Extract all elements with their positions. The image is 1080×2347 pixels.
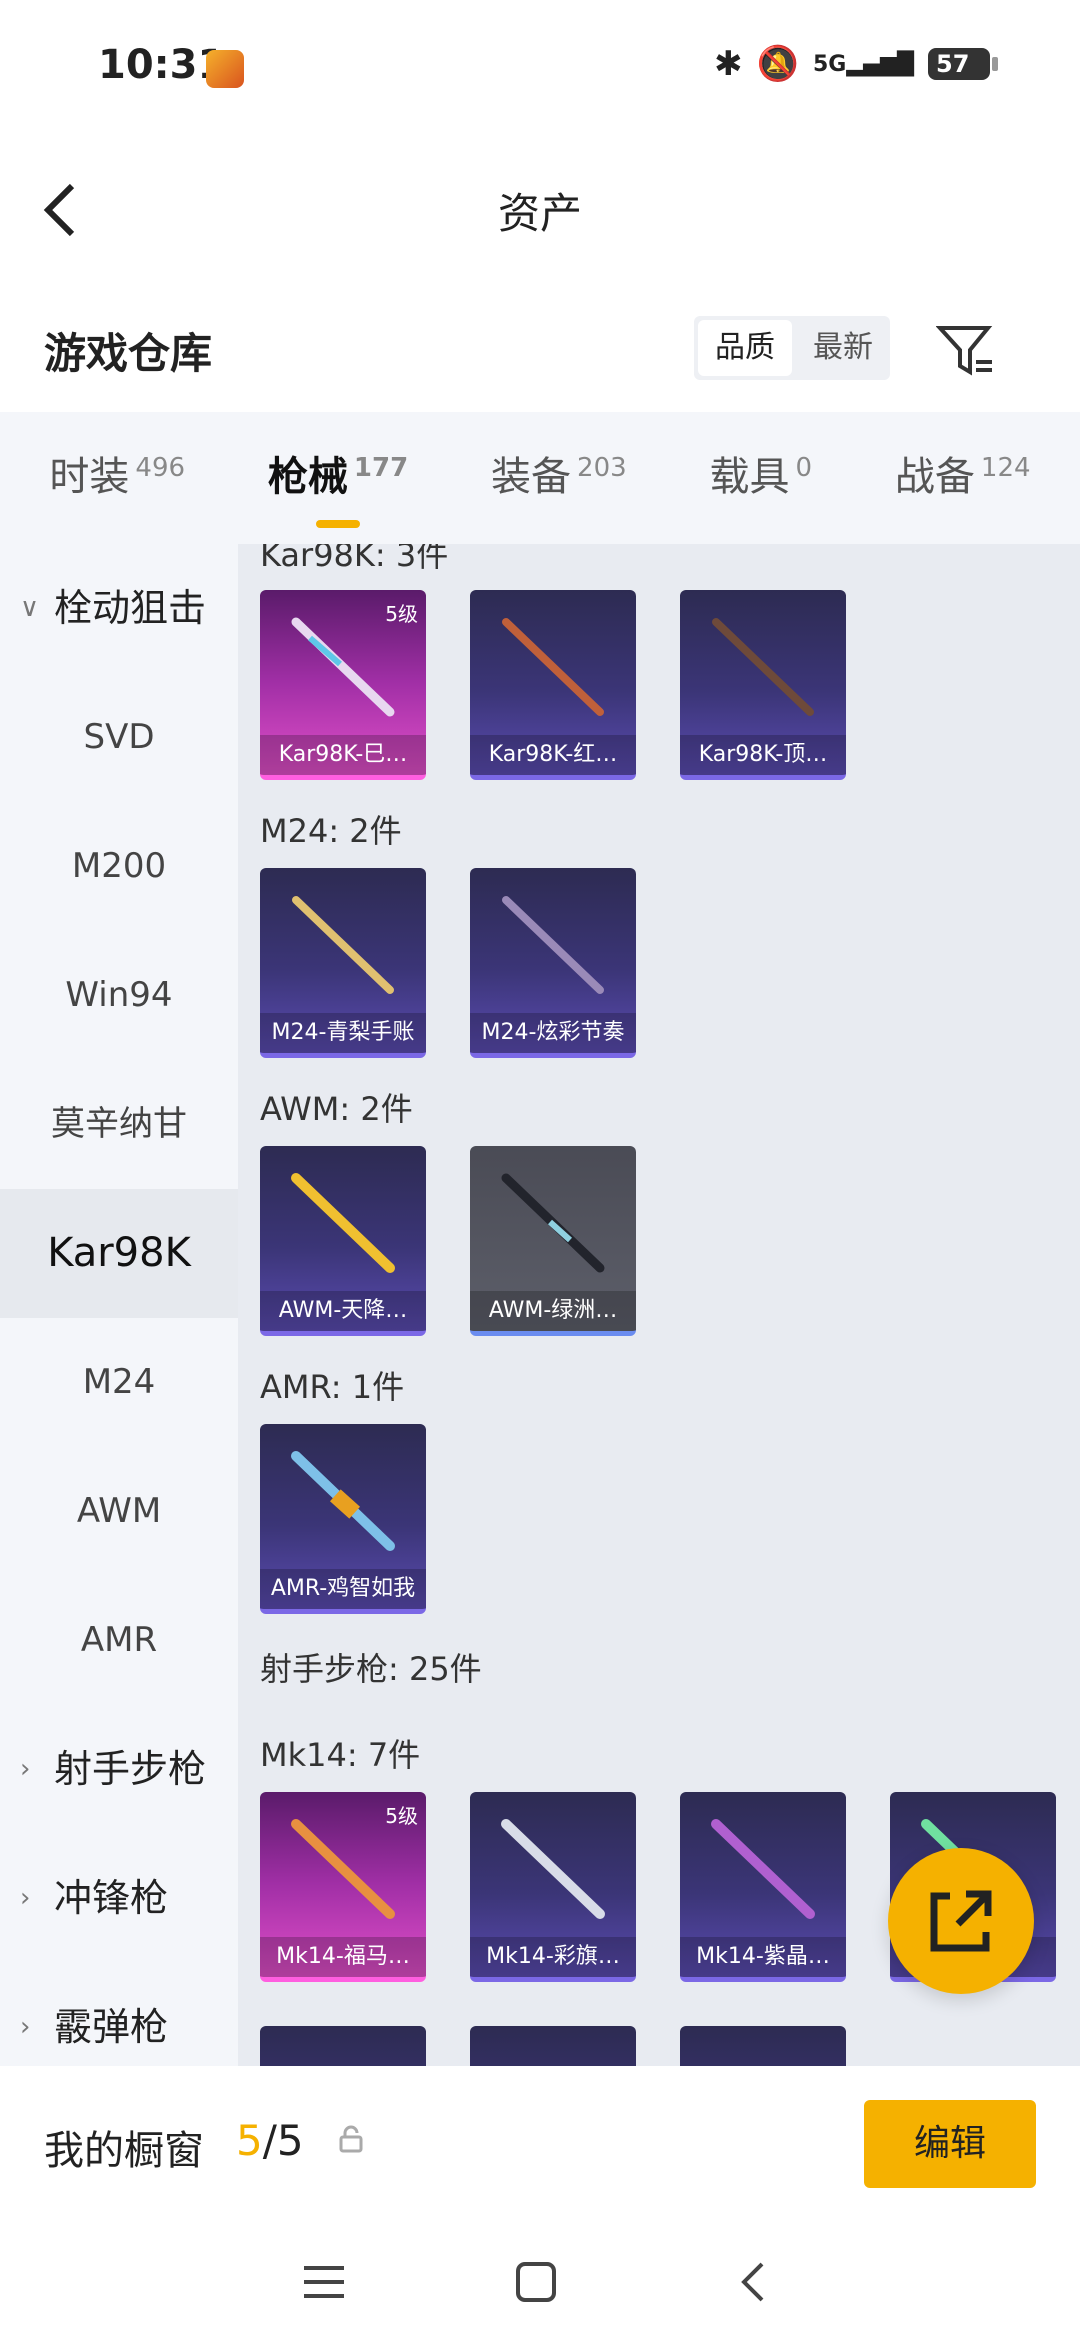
external-link-icon	[930, 1890, 992, 1952]
weapon-card[interactable]: Mk14-彩旗…	[470, 1792, 636, 1982]
rifle-icon	[291, 1819, 395, 1919]
weapon-card-label: Kar98K-顶…	[680, 735, 846, 775]
status-bar: 10:31 ✱ 🔕 5G▂▄▆█ 57	[0, 0, 1080, 140]
weapon-card[interactable]	[680, 2026, 846, 2066]
rifle-icon	[712, 618, 814, 716]
system-nav-bar	[0, 2228, 1080, 2347]
weapon-card[interactable]	[260, 2026, 426, 2066]
mute-icon: 🔕	[756, 44, 799, 84]
sidebar-item-amr[interactable]: AMR	[0, 1576, 238, 1705]
weapon-card-label: Kar98K-巳…	[260, 735, 426, 775]
rifle-icon	[291, 1173, 395, 1273]
tab-supplies[interactable]: 战备 124	[895, 444, 1031, 512]
chevron-right-icon: ›	[20, 1883, 31, 1913]
rifle-icon	[502, 618, 604, 716]
top-bar: 资产	[0, 140, 1080, 270]
sidebar-item-m24[interactable]: M24	[0, 1318, 238, 1447]
sidebar-item-m200[interactable]: M200	[0, 802, 238, 931]
category-tabs: 时装 496 枪械 177 装备 203 载具 0 战备 124	[0, 412, 1080, 544]
rifle-icon	[292, 896, 394, 994]
sort-latest-button[interactable]: 最新	[796, 316, 890, 380]
weapon-sidebar: ∨ 栓动狙击 SVD M200 Win94 莫辛纳甘 Kar98K M24 AWM…	[0, 544, 238, 2066]
weapon-card-label: Mk14-福马…	[260, 1937, 426, 1977]
rifle-icon	[291, 617, 395, 717]
menu-icon[interactable]	[294, 2252, 354, 2312]
weapon-card-label: AWM-天降…	[260, 1291, 426, 1331]
filter-icon[interactable]	[935, 322, 996, 382]
tab-fashion[interactable]: 时装 496	[49, 444, 185, 512]
lock-icon	[339, 2125, 363, 2153]
showcase-label: 我的橱窗	[44, 2128, 204, 2174]
weapon-card-label: Mk14-紫晶…	[680, 1937, 846, 1977]
weapon-card[interactable]: AMR-鸡智如我	[260, 1424, 426, 1614]
weapon-card-label: AMR-鸡智如我	[260, 1569, 426, 1609]
app-notification-icon	[206, 50, 244, 88]
rifle-icon	[501, 1173, 605, 1273]
section-header-mk14: Mk14: 7件	[260, 1736, 421, 1774]
section-header-m24: M24: 2件	[260, 812, 402, 850]
share-button[interactable]	[888, 1848, 1034, 1994]
weapon-card[interactable]: 5级 Mk14-福马…	[260, 1792, 426, 1982]
weapon-card-label: M24-青梨手账	[260, 1013, 426, 1053]
home-icon[interactable]	[506, 2252, 566, 2312]
weapon-card[interactable]	[470, 2026, 636, 2066]
section-header-amr: AMR: 1件	[260, 1368, 405, 1406]
showcase-bar: 我的橱窗 5/5 编辑	[0, 2066, 1080, 2228]
back-icon[interactable]	[724, 2252, 784, 2312]
edit-button[interactable]: 编辑	[864, 2100, 1036, 2188]
chevron-down-icon: ∨	[20, 593, 40, 623]
weapon-card[interactable]: AWM-天降…	[260, 1146, 426, 1336]
weapon-card-label: Mk14-彩旗…	[470, 1937, 636, 1977]
weapon-card[interactable]: Kar98K-顶…	[680, 590, 846, 780]
rifle-icon	[502, 896, 604, 994]
weapon-card-label: Kar98K-红…	[470, 735, 636, 775]
chevron-right-icon: ›	[20, 2012, 31, 2042]
sidebar-item-svd[interactable]: SVD	[0, 673, 238, 802]
sidebar-item-win94[interactable]: Win94	[0, 931, 238, 1060]
chevron-right-icon: ›	[20, 1754, 31, 1784]
status-icons: ✱ 🔕 5G▂▄▆█ 57	[714, 44, 998, 84]
tab-equipment[interactable]: 装备 203	[491, 444, 627, 512]
sidebar-group-bolt-action[interactable]: ∨ 栓动狙击	[0, 544, 238, 673]
weapon-card-label: AWM-绿洲…	[470, 1291, 636, 1331]
section-header-awm: AWM: 2件	[260, 1090, 413, 1128]
sidebar-item-mosin[interactable]: 莫辛纳甘	[0, 1060, 238, 1189]
weapon-card[interactable]: M24-炫彩节奏	[470, 868, 636, 1058]
warehouse-title: 游戏仓库	[44, 329, 213, 378]
sidebar-item-awm[interactable]: AWM	[0, 1447, 238, 1576]
bluetooth-icon: ✱	[714, 44, 743, 84]
weapon-card[interactable]: M24-青梨手账	[260, 868, 426, 1058]
showcase-count: 5/5	[236, 2116, 304, 2165]
tab-vehicles[interactable]: 载具 0	[710, 444, 813, 512]
rifle-icon	[711, 1819, 815, 1919]
weapon-card[interactable]: Mk14-紫晶…	[680, 1792, 846, 1982]
active-tab-indicator	[316, 520, 361, 528]
sidebar-item-kar98k[interactable]: Kar98K	[0, 1189, 238, 1318]
rifle-icon	[291, 1451, 395, 1551]
weapon-card[interactable]: 5级 Kar98K-巳…	[260, 590, 426, 780]
sort-quality-button[interactable]: 品质	[698, 320, 792, 376]
warehouse-header: 游戏仓库 品质 最新	[0, 270, 1080, 412]
signal-icon: 5G▂▄▆█	[812, 51, 914, 77]
page-title: 资产	[497, 189, 582, 238]
sidebar-group-shotgun[interactable]: › 霰弹枪	[0, 1963, 238, 2066]
sidebar-group-marksman[interactable]: › 射手步枪	[0, 1705, 238, 1834]
weapon-grid: Kar98K: 3件 5级 Kar98K-巳… Kar98K-红… Kar98K…	[238, 544, 1080, 2066]
tab-firearms[interactable]: 枪械 177	[268, 444, 408, 528]
section-header-kar98k: Kar98K: 3件	[260, 544, 449, 574]
weapon-card[interactable]: AWM-绿洲…	[470, 1146, 636, 1336]
weapon-card[interactable]: Kar98K-红…	[470, 590, 636, 780]
rifle-icon	[501, 1819, 605, 1919]
weapon-card-label: M24-炫彩节奏	[470, 1013, 636, 1053]
sidebar-group-smg[interactable]: › 冲锋枪	[0, 1834, 238, 1963]
battery-icon: 57	[928, 48, 998, 80]
section-header-marksman: 射手步枪: 25件	[260, 1650, 482, 1688]
sort-toggle: 品质 最新	[694, 316, 890, 380]
